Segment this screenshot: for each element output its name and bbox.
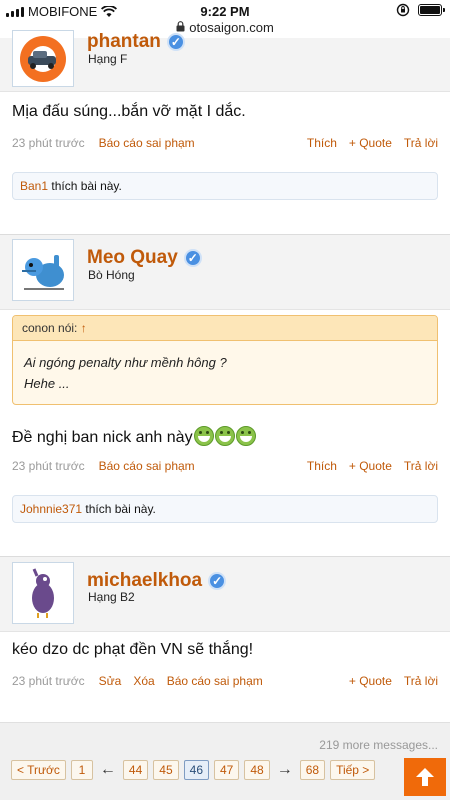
clock: 9:22 PM [200,4,250,19]
report-link[interactable]: Báo cáo sai phạm [99,136,195,150]
reply-link[interactable]: Trả lời [404,674,438,688]
post-time: 23 phút trước [12,674,85,688]
username[interactable]: michaelkhoa ✓ [87,570,227,592]
username[interactable]: phantan ✓ [87,31,185,53]
post-message: Mịa đấu súng...bắn vỡ mặt I dắc. [12,103,246,120]
post-meta: 23 phút trước Sửa Xóa Báo cáo sai phạm +… [12,674,438,688]
liker-link[interactable]: Johnnie371 [20,502,82,516]
url-domain: otosaigon.com [189,20,274,35]
quote-line: Hehe ... [24,376,70,391]
page-link-current: 46 [183,760,209,780]
prev-page-button[interactable]: < Trước [11,760,66,780]
post-time: 23 phút trước [12,136,85,150]
grin-emoji-icon [193,426,214,446]
post-message: kéo dzo dc phạt đền VN sẽ thắng! [12,641,254,658]
like-link[interactable]: Thích [307,136,337,150]
thread-divider [0,722,450,723]
post-meta: 23 phút trước Báo cáo sai phạm Thích + Q… [12,459,438,473]
user-rank: Hạng B2 [88,590,135,604]
quote-header: conon nói: ↑ [13,316,437,341]
report-link[interactable]: Báo cáo sai phạm [167,674,263,688]
page-link[interactable]: 47 [214,760,240,780]
quote-content: Ai ngóng penalty như mềnh hông ? Hehe ..… [13,341,437,404]
edit-link[interactable]: Sửa [99,674,122,688]
likes-summary: Ban1 thích bài này. [12,172,438,200]
avatar[interactable] [12,562,74,624]
grin-emoji-icon [214,426,235,446]
quote-link[interactable]: + Quote [349,459,392,473]
status-bar: MOBIFONE 9:22 PM [0,0,450,22]
page-link[interactable]: 48 [244,760,270,780]
quote-author: conon nói: [22,321,78,335]
post-message: Đề nghị ban nick anh này [12,426,256,447]
next-page-button[interactable]: Tiếp > [330,760,376,780]
status-right [396,3,445,17]
liker-link[interactable]: Ban1 [20,179,48,193]
avatar[interactable] [12,30,74,87]
user-rank: Hạng F [88,52,128,66]
reply-link[interactable]: Trả lời [404,136,438,150]
quote-jump-icon[interactable]: ↑ [81,321,87,335]
battery-icon [418,4,445,16]
report-link[interactable]: Báo cáo sai phạm [99,459,195,473]
reply-link[interactable]: Trả lời [404,459,438,473]
post-time: 23 phút trước [12,459,85,473]
page-right-arrow-icon[interactable]: → [275,760,295,780]
orientation-lock-icon [396,3,410,17]
username[interactable]: Meo Quay ✓ [87,247,202,269]
avatar-image [20,35,66,82]
scroll-to-top-button[interactable] [404,758,446,796]
avatar-image [14,564,72,622]
quote-link[interactable]: + Quote [349,674,392,688]
verified-badge-icon: ✓ [183,249,202,267]
page-link[interactable]: 44 [122,760,149,780]
verified-badge-icon: ✓ [208,572,227,590]
pagination: < Trước 1 ← 44 45 46 47 48 → 68 Tiếp > [11,760,376,780]
quote-link[interactable]: + Quote [349,136,392,150]
likes-text: thích bài này. [51,179,122,193]
verified-badge-icon: ✓ [166,33,185,51]
quote-line: Ai ngóng penalty như mềnh hông ? [24,355,227,370]
page-left-arrow-icon[interactable]: ← [98,760,118,780]
likes-text: thích bài này. [85,502,156,516]
grin-emoji-icon [235,426,256,446]
delete-link[interactable]: Xóa [133,674,154,688]
page-link-last[interactable]: 68 [299,760,326,780]
page-link[interactable]: 45 [153,760,179,780]
likes-summary: Johnnie371 thích bài này. [12,495,438,523]
avatar-image [14,241,72,299]
avatar[interactable] [12,239,74,301]
quote-block: conon nói: ↑ Ai ngóng penalty như mềnh h… [12,315,438,405]
page-link-first[interactable]: 1 [70,760,93,780]
user-rank: Bò Hóng [88,268,135,282]
arrow-up-icon [416,768,434,786]
like-link[interactable]: Thích [307,459,337,473]
more-messages-link[interactable]: 219 more messages... [319,738,438,752]
post-meta: 23 phút trước Báo cáo sai phạm Thích + Q… [12,136,438,150]
